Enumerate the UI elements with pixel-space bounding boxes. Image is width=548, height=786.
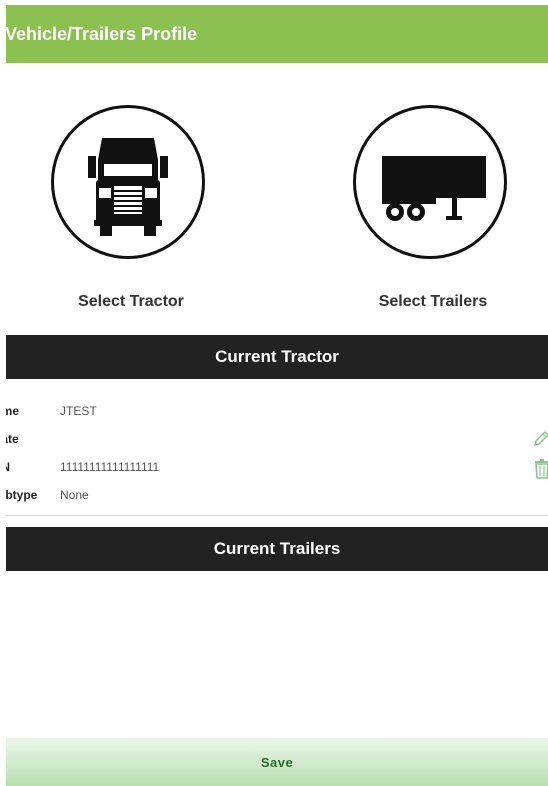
select-tractor-label: Select Tractor: [78, 293, 184, 310]
trailer-icon: [382, 156, 486, 221]
current-tractor-title: Current Tractor: [215, 347, 339, 366]
current-trailers-title: Current Trailers: [213, 539, 341, 558]
save-button-label: Save: [260, 755, 294, 770]
delete-tractor-trash-icon[interactable]: [533, 458, 548, 479]
title-bar: Vehicle/Trailers Profile: [0, 5, 548, 63]
current-trailers-header: Current Trailers: [6, 527, 548, 571]
subtype-value: None: [60, 488, 89, 502]
vin-value: 11111111111111111: [60, 460, 160, 474]
select-trailers-label: Select Trailers: [378, 293, 488, 310]
screen-left-edge: [0, 0, 6, 786]
truck-icon: [88, 138, 168, 236]
select-tractor-button[interactable]: Select Tractor: [46, 105, 216, 325]
vehicle-profile-screen: Vehicle/Trailers Profile Select Tractor …: [0, 0, 548, 786]
edit-tractor-pencil-icon[interactable]: [533, 426, 548, 447]
name-value: JTEST: [60, 404, 97, 418]
page-title: Vehicle/Trailers Profile: [5, 24, 198, 44]
current-tractor-header: Current Tractor: [6, 335, 548, 379]
tractor-divider: [6, 515, 548, 516]
select-trailers-button[interactable]: Select Trailers: [348, 105, 518, 325]
trailers-icon-circle: [353, 105, 507, 259]
save-button[interactable]: Save: [6, 738, 548, 786]
tractor-icon-circle: [51, 105, 205, 259]
